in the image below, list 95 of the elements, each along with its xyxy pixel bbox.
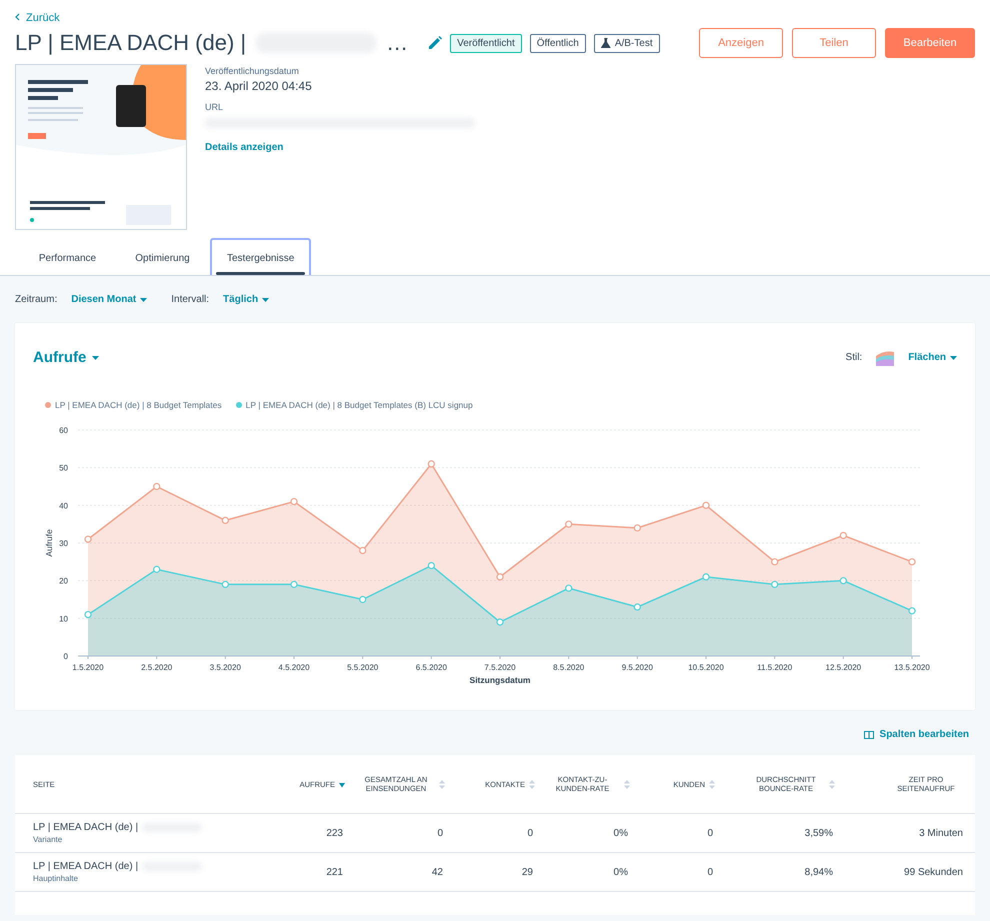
tab[interactable]: Testergebnisse	[210, 238, 312, 275]
page-type: Variante	[33, 835, 64, 844]
y-tick-label: 40	[59, 501, 68, 510]
y-tick-label: 10	[59, 614, 68, 624]
area-chart-icon	[876, 350, 894, 366]
table-cell: 99 Sekunden	[904, 866, 963, 878]
filter-label: Zeitraum:	[15, 294, 58, 305]
status-badge: A/B-Test	[594, 34, 660, 52]
page-name[interactable]: LP | EMEA DACH (de) |	[33, 822, 138, 833]
data-point	[702, 502, 710, 509]
table-cell: 0%	[614, 828, 628, 838]
table-cell: 0	[437, 828, 443, 838]
y-tick-label: 50	[59, 464, 68, 473]
columns-icon	[864, 730, 874, 738]
y-tick-label: 0	[64, 652, 68, 661]
x-tick-label: 11.5.2020	[757, 663, 792, 672]
x-tick-label: 5.5.2020	[347, 663, 378, 672]
data-point	[565, 520, 572, 528]
data-point	[771, 580, 778, 588]
tab[interactable]: Performance	[20, 238, 115, 275]
table-cell: 42	[432, 866, 443, 878]
page-type: Hauptinhalte	[33, 874, 79, 883]
caret-icon	[262, 298, 270, 302]
x-tick-label: 2.5.2020	[141, 663, 172, 672]
x-tick-label: 13.5.2020	[894, 663, 930, 672]
y-tick-label: 60	[59, 426, 68, 435]
style-dropdown[interactable]: Flächen	[908, 352, 957, 363]
page-title: LP | EMEA DACH (de) |	[15, 30, 246, 56]
x-tick-label: 9.5.2020	[622, 663, 653, 672]
pencil-icon[interactable]	[428, 36, 442, 50]
flask-icon	[600, 38, 611, 48]
data-point	[153, 482, 160, 490]
data-point	[153, 566, 160, 573]
table-cell: 0	[527, 828, 533, 838]
data-point	[908, 607, 916, 614]
details-link[interactable]: Details anzeigen	[205, 142, 475, 153]
data-point	[222, 516, 229, 524]
table-cell: 29	[522, 866, 533, 878]
caret-icon	[92, 356, 100, 360]
y-tick-label: 20	[59, 576, 68, 586]
x-tick-label: 4.5.2020	[278, 663, 310, 672]
data-point	[222, 580, 229, 588]
legend-label: LP | EMEA DACH (de) | 8 Budget Templates	[55, 400, 222, 410]
style-label: Stil:	[846, 352, 862, 363]
caret-icon	[950, 356, 957, 360]
tab[interactable]: Optimierung	[115, 238, 210, 275]
data-point	[840, 532, 847, 540]
table-cell: 3,59%	[804, 828, 833, 838]
data-point	[290, 498, 298, 506]
x-axis-title: Sitzungsdatum	[470, 675, 530, 685]
data-point	[359, 596, 366, 604]
date-value: 23. April 2020 04:45	[205, 79, 313, 93]
data-point	[84, 610, 92, 618]
x-tick-label: 6.5.2020	[416, 663, 447, 672]
data-point	[84, 536, 92, 543]
x-tick-label: 3.5.2020	[210, 663, 241, 672]
url-label: URL	[205, 102, 224, 112]
status-badge: Öffentlich	[530, 34, 586, 52]
x-tick-label: 10.5.2020	[688, 663, 724, 672]
table-cell: 8,94%	[804, 866, 833, 878]
x-tick-label: 7.5.2020	[484, 663, 516, 672]
data-point	[359, 546, 366, 554]
data-point	[290, 580, 298, 588]
x-tick-label: 12.5.2020	[826, 663, 862, 672]
y-tick-label: 30	[59, 539, 68, 548]
date-label: Veröffentlichungsdatum	[205, 66, 300, 76]
x-tick-label: 1.5.2020	[72, 663, 104, 672]
table-cell: 0	[707, 828, 713, 838]
metric-dropdown[interactable]: Aufrufe	[33, 349, 100, 366]
title-ellipsis: …	[386, 30, 408, 56]
data-point	[496, 618, 504, 626]
table-cell: 223	[326, 828, 343, 838]
filter-label: Intervall:	[171, 294, 210, 305]
data-point	[908, 558, 916, 566]
back-link[interactable]: Zurück	[15, 12, 60, 24]
chevron-left-icon	[15, 13, 20, 21]
status-badge: Veröffentlicht	[450, 34, 522, 52]
table-cell: 0%	[614, 866, 628, 878]
data-point	[702, 573, 710, 580]
data-point	[840, 577, 847, 584]
table-cell: 221	[326, 866, 343, 878]
page-name[interactable]: LP | EMEA DACH (de) |	[33, 861, 138, 872]
x-tick-label: 8.5.2020	[553, 663, 584, 672]
caret-icon	[140, 298, 148, 302]
data-point	[428, 562, 435, 570]
data-point	[634, 524, 641, 532]
table-cell: 0	[707, 866, 713, 878]
y-axis-title: Aufrufe	[44, 529, 54, 557]
legend-label: LP | EMEA DACH (de) | 8 Budget Templates (B) LCU signup	[246, 400, 473, 410]
table-cell: 3 Minuten	[919, 828, 963, 838]
data-point	[428, 460, 435, 468]
data-point	[565, 584, 572, 592]
data-point	[496, 573, 504, 580]
data-point	[771, 558, 778, 566]
data-point	[634, 603, 641, 611]
